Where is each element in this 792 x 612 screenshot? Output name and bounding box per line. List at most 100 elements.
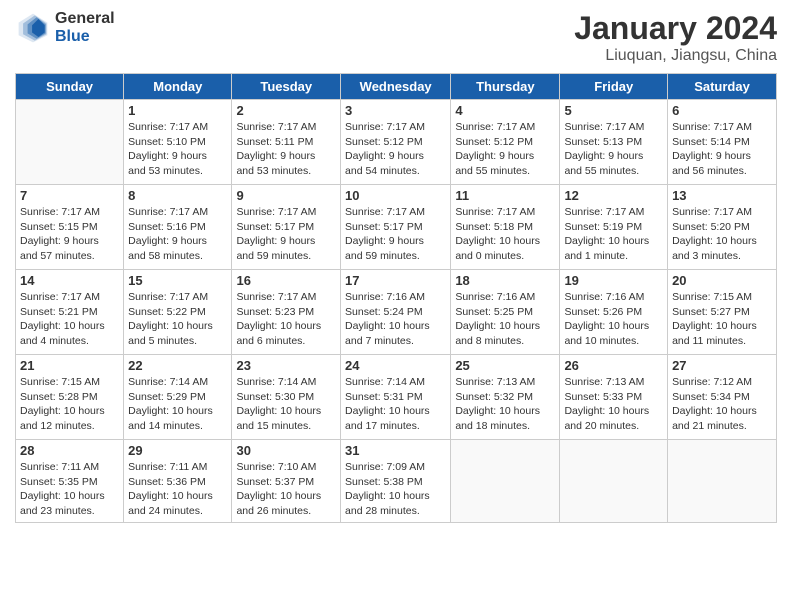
calendar-subtitle: Liuquan, Jiangsu, China — [574, 47, 777, 65]
header-saturday: Saturday — [668, 74, 777, 100]
day-info: Sunrise: 7:17 AM Sunset: 5:15 PM Dayligh… — [20, 205, 119, 264]
day-number: 26 — [564, 358, 663, 373]
table-row: 14 Sunrise: 7:17 AM Sunset: 5:21 PM Dayli… — [16, 270, 124, 355]
table-row: 28 Sunrise: 7:11 AM Sunset: 5:35 PM Dayli… — [16, 440, 124, 523]
table-row: 9 Sunrise: 7:17 AM Sunset: 5:17 PM Daylig… — [232, 185, 341, 270]
day-info: Sunrise: 7:16 AM Sunset: 5:26 PM Dayligh… — [564, 290, 663, 349]
title-block: January 2024 Liuquan, Jiangsu, China — [574, 10, 777, 65]
table-row: 11 Sunrise: 7:17 AM Sunset: 5:18 PM Dayli… — [451, 185, 560, 270]
table-row: 29 Sunrise: 7:11 AM Sunset: 5:36 PM Dayli… — [124, 440, 232, 523]
table-row: 23Sunrise: 7:14 AM Sunset: 5:30 PM Dayli… — [232, 355, 341, 440]
day-info: Sunrise: 7:17 AM Sunset: 5:13 PM Dayligh… — [564, 120, 663, 179]
day-number: 17 — [345, 273, 446, 288]
table-row: 25 Sunrise: 7:13 AM Sunset: 5:32 PM Dayli… — [451, 355, 560, 440]
day-number: 2 — [236, 103, 336, 118]
day-info: Sunrise: 7:14 AM Sunset: 5:31 PM Dayligh… — [345, 375, 446, 434]
header-friday: Friday — [560, 74, 668, 100]
day-info: Sunrise: 7:17 AM Sunset: 5:12 PM Dayligh… — [455, 120, 555, 179]
page-container: General Blue January 2024 Liuquan, Jiang… — [0, 0, 792, 533]
header-monday: Monday — [124, 74, 232, 100]
day-info: Sunrise: 7:17 AM Sunset: 5:17 PM Dayligh… — [236, 205, 336, 264]
table-row: 26 Sunrise: 7:13 AM Sunset: 5:33 PM Dayli… — [560, 355, 668, 440]
calendar-title: January 2024 — [574, 10, 777, 47]
day-info: Sunrise: 7:17 AM Sunset: 5:17 PM Dayligh… — [345, 205, 446, 264]
logo: General Blue — [15, 10, 115, 46]
day-number: 1 — [128, 103, 227, 118]
day-info: Sunrise: 7:11 AM Sunset: 5:36 PM Dayligh… — [128, 460, 227, 519]
table-row: 13Sunrise: 7:17 AM Sunset: 5:20 PM Dayli… — [668, 185, 777, 270]
table-row: 27 Sunrise: 7:12 AM Sunset: 5:34 PM Dayli… — [668, 355, 777, 440]
day-info: Sunrise: 7:15 AM Sunset: 5:28 PM Dayligh… — [20, 375, 119, 434]
table-row: 6 Sunrise: 7:17 AM Sunset: 5:14 PM Daylig… — [668, 100, 777, 185]
table-row: 22 Sunrise: 7:14 AM Sunset: 5:29 PM Dayli… — [124, 355, 232, 440]
logo-general: General — [55, 10, 115, 28]
table-row — [451, 440, 560, 523]
logo-blue: Blue — [55, 28, 115, 46]
day-info: Sunrise: 7:17 AM Sunset: 5:11 PM Dayligh… — [236, 120, 336, 179]
table-row: 17 Sunrise: 7:16 AM Sunset: 5:24 PM Dayli… — [341, 270, 451, 355]
day-number: 11 — [455, 188, 555, 203]
table-row: 1 Sunrise: 7:17 AM Sunset: 5:10 PM Daylig… — [124, 100, 232, 185]
table-row: 8 Sunrise: 7:17 AM Sunset: 5:16 PM Daylig… — [124, 185, 232, 270]
table-row — [16, 100, 124, 185]
table-row: 16 Sunrise: 7:17 AM Sunset: 5:23 PM Dayli… — [232, 270, 341, 355]
day-number: 25 — [455, 358, 555, 373]
day-number: 7 — [20, 188, 119, 203]
day-info: Sunrise: 7:17 AM Sunset: 5:18 PM Dayligh… — [455, 205, 555, 264]
table-row: 2 Sunrise: 7:17 AM Sunset: 5:11 PM Daylig… — [232, 100, 341, 185]
day-number: 19 — [564, 273, 663, 288]
day-number: 10 — [345, 188, 446, 203]
calendar-header: Sunday Monday Tuesday Wednesday Thursday… — [16, 74, 777, 100]
day-info: Sunrise: 7:17 AM Sunset: 5:23 PM Dayligh… — [236, 290, 336, 349]
day-number: 28 — [20, 443, 119, 458]
day-number: 20 — [672, 273, 772, 288]
day-info: Sunrise: 7:17 AM Sunset: 5:12 PM Dayligh… — [345, 120, 446, 179]
day-info: Sunrise: 7:17 AM Sunset: 5:21 PM Dayligh… — [20, 290, 119, 349]
day-info: Sunrise: 7:13 AM Sunset: 5:32 PM Dayligh… — [455, 375, 555, 434]
calendar-table: Sunday Monday Tuesday Wednesday Thursday… — [15, 73, 777, 523]
header-tuesday: Tuesday — [232, 74, 341, 100]
day-number: 5 — [564, 103, 663, 118]
table-row: 19 Sunrise: 7:16 AM Sunset: 5:26 PM Dayli… — [560, 270, 668, 355]
table-row: 24 Sunrise: 7:14 AM Sunset: 5:31 PM Dayli… — [341, 355, 451, 440]
day-info: Sunrise: 7:17 AM Sunset: 5:14 PM Dayligh… — [672, 120, 772, 179]
day-info: Sunrise: 7:17 AM Sunset: 5:20 PM Dayligh… — [672, 205, 772, 264]
table-row: 10 Sunrise: 7:17 AM Sunset: 5:17 PM Dayli… — [341, 185, 451, 270]
table-row: 21 Sunrise: 7:15 AM Sunset: 5:28 PM Dayli… — [16, 355, 124, 440]
day-info: Sunrise: 7:13 AM Sunset: 5:33 PM Dayligh… — [564, 375, 663, 434]
header-thursday: Thursday — [451, 74, 560, 100]
header-wednesday: Wednesday — [341, 74, 451, 100]
day-number: 3 — [345, 103, 446, 118]
day-info: Sunrise: 7:12 AM Sunset: 5:34 PM Dayligh… — [672, 375, 772, 434]
table-row: 12Sunrise: 7:17 AM Sunset: 5:19 PM Dayli… — [560, 185, 668, 270]
logo-text: General Blue — [55, 10, 115, 45]
day-number: 8 — [128, 188, 227, 203]
table-row: 15Sunrise: 7:17 AM Sunset: 5:22 PM Dayli… — [124, 270, 232, 355]
table-row: 4 Sunrise: 7:17 AM Sunset: 5:12 PM Daylig… — [451, 100, 560, 185]
day-number: 27 — [672, 358, 772, 373]
day-number: 21 — [20, 358, 119, 373]
day-number: 22 — [128, 358, 227, 373]
day-info: Sunrise: 7:16 AM Sunset: 5:24 PM Dayligh… — [345, 290, 446, 349]
day-number: 29 — [128, 443, 227, 458]
day-number: 4 — [455, 103, 555, 118]
day-number: 16 — [236, 273, 336, 288]
day-info: Sunrise: 7:17 AM Sunset: 5:16 PM Dayligh… — [128, 205, 227, 264]
day-info: Sunrise: 7:10 AM Sunset: 5:37 PM Dayligh… — [236, 460, 336, 519]
day-number: 24 — [345, 358, 446, 373]
day-info: Sunrise: 7:11 AM Sunset: 5:35 PM Dayligh… — [20, 460, 119, 519]
header-sunday: Sunday — [16, 74, 124, 100]
day-number: 9 — [236, 188, 336, 203]
table-row: 20Sunrise: 7:15 AM Sunset: 5:27 PM Dayli… — [668, 270, 777, 355]
day-number: 6 — [672, 103, 772, 118]
logo-icon — [15, 10, 51, 46]
day-number: 23 — [236, 358, 336, 373]
table-row: 5 Sunrise: 7:17 AM Sunset: 5:13 PM Daylig… — [560, 100, 668, 185]
day-info: Sunrise: 7:17 AM Sunset: 5:10 PM Dayligh… — [128, 120, 227, 179]
table-row: 30Sunrise: 7:10 AM Sunset: 5:37 PM Dayli… — [232, 440, 341, 523]
day-info: Sunrise: 7:17 AM Sunset: 5:22 PM Dayligh… — [128, 290, 227, 349]
table-row — [668, 440, 777, 523]
calendar-body: 1 Sunrise: 7:17 AM Sunset: 5:10 PM Daylig… — [16, 100, 777, 523]
day-info: Sunrise: 7:14 AM Sunset: 5:29 PM Dayligh… — [128, 375, 227, 434]
day-number: 14 — [20, 273, 119, 288]
